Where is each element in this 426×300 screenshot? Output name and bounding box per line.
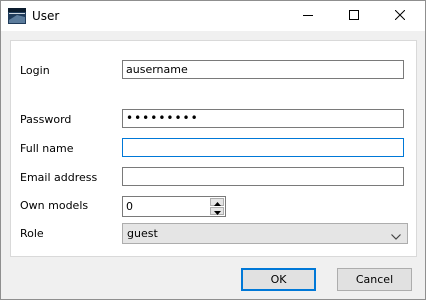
password-input[interactable]: ••••••••• <box>122 109 404 128</box>
maximize-icon <box>349 9 359 23</box>
ok-button-label: OK <box>270 273 287 286</box>
role-label: Role <box>20 227 44 240</box>
cancel-button-label: Cancel <box>355 273 394 286</box>
user-dialog: User Login ausername Password ••••••••• … <box>0 0 426 300</box>
close-icon <box>394 9 406 23</box>
close-button[interactable] <box>377 1 423 31</box>
maximize-button[interactable] <box>331 1 377 31</box>
ok-button[interactable]: OK <box>241 268 316 291</box>
role-value: guest <box>127 227 158 240</box>
own-models-stepper[interactable]: 0 <box>122 196 226 217</box>
stepper-down-button[interactable] <box>210 207 224 215</box>
title-bar[interactable]: User <box>1 1 425 31</box>
role-select[interactable]: guest <box>122 223 408 244</box>
form-panel: Login ausername Password ••••••••• Full … <box>10 40 417 257</box>
cancel-button[interactable]: Cancel <box>337 268 412 291</box>
chevron-down-icon <box>391 230 401 243</box>
email-input[interactable] <box>122 167 404 186</box>
window-title: User <box>32 9 60 23</box>
minimize-icon <box>303 10 313 23</box>
password-label: Password <box>20 113 72 126</box>
full-name-label: Full name <box>20 142 74 155</box>
full-name-input[interactable] <box>122 138 404 157</box>
minimize-button[interactable] <box>285 1 331 31</box>
email-label: Email address <box>20 171 98 184</box>
login-input[interactable]: ausername <box>122 60 404 79</box>
chevron-down-icon <box>213 205 221 218</box>
window-icon <box>8 8 26 24</box>
login-label: Login <box>20 64 50 77</box>
stepper-buttons <box>210 198 224 215</box>
own-models-label: Own models <box>20 199 89 212</box>
own-models-value[interactable]: 0 <box>126 200 133 213</box>
